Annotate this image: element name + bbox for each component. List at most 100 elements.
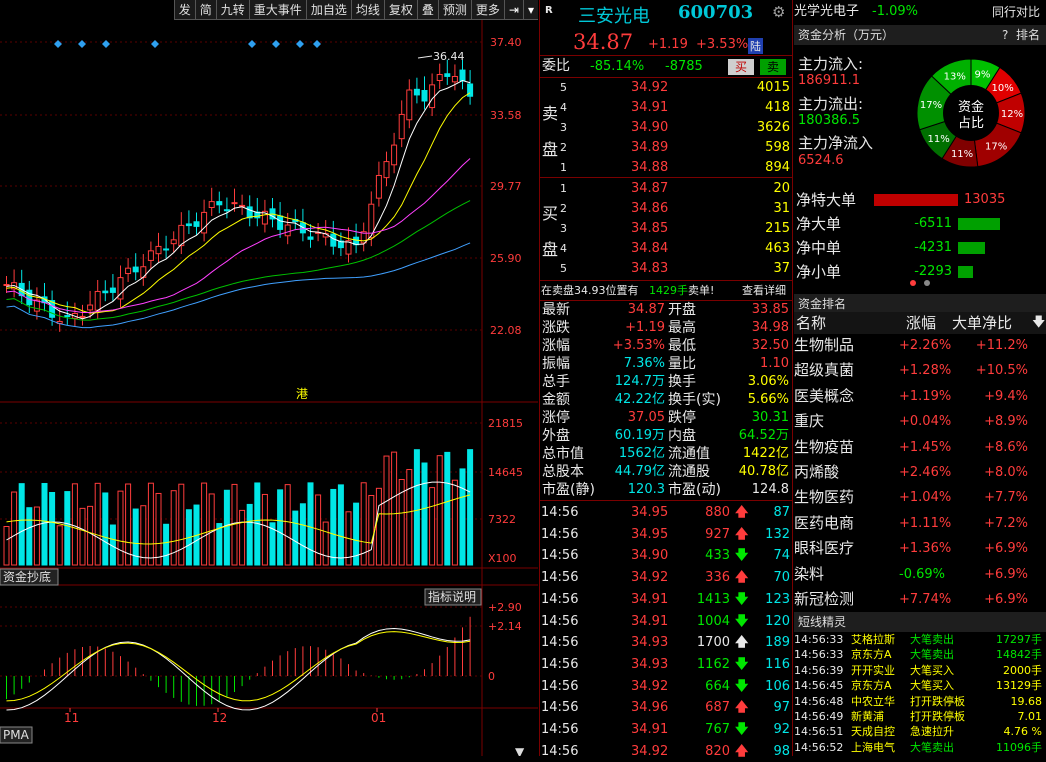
col-net-ratio[interactable]: 大单净比 bbox=[952, 312, 1012, 334]
rank-net: +9.4% bbox=[984, 388, 1028, 404]
rank-link[interactable]: 排名 bbox=[1016, 25, 1040, 45]
price-tick-label: 29.77 bbox=[490, 180, 522, 193]
stat-value: 37.05 bbox=[627, 410, 665, 425]
tick-volume: 687 bbox=[705, 700, 730, 716]
ask-volume: 598 bbox=[765, 140, 790, 155]
toolbar-item-6[interactable]: 复权 bbox=[383, 0, 417, 19]
toolbar-item-3[interactable]: 重大事件 bbox=[248, 0, 306, 19]
buy-button[interactable]: 买 bbox=[728, 59, 754, 75]
sell-button[interactable]: 卖 bbox=[760, 59, 786, 75]
ask-volume: 894 bbox=[765, 160, 790, 175]
indicator-tick-label: +2.90 bbox=[488, 601, 522, 614]
pin-icon[interactable]: ⇥ bbox=[503, 0, 523, 19]
rank-net: +11.2% bbox=[975, 338, 1028, 353]
col-name[interactable]: 名称 bbox=[796, 312, 826, 334]
tick-row[interactable]: 14:56 34.96 687 🡅 97 bbox=[540, 697, 792, 718]
rank-row[interactable]: 超级真菌 +1.28% +10.5% bbox=[794, 358, 1046, 383]
notice-detail-link[interactable]: 查看详细 bbox=[742, 282, 786, 299]
event-diamond-icon[interactable] bbox=[102, 40, 110, 48]
page-dot-active[interactable] bbox=[910, 280, 916, 286]
volume-tick-label: 21815 bbox=[488, 417, 523, 430]
tick-row[interactable]: 14:56 34.93 1700 🡅 189 bbox=[540, 632, 792, 653]
short-row[interactable]: 14:56:52 上海电气 大笔卖出 11096手 bbox=[794, 741, 1046, 755]
short-row[interactable]: 14:56:48 中农立华 打开跌停板 19.68 bbox=[794, 695, 1046, 709]
r-badge: R bbox=[545, 5, 553, 16]
rank-row[interactable]: 生物疫苗 +1.45% +8.6% bbox=[794, 435, 1046, 460]
sort-down-icon[interactable]: 🡇 bbox=[1032, 312, 1045, 334]
event-diamond-icon[interactable] bbox=[54, 40, 62, 48]
rank-row[interactable]: 重庆 +0.04% +8.9% bbox=[794, 409, 1046, 434]
tick-price: 34.95 bbox=[631, 505, 669, 520]
rank-column-header[interactable]: 名称 涨幅 大单净比 🡇 bbox=[794, 312, 1046, 334]
pie-label: 13% bbox=[944, 71, 966, 82]
rank-row[interactable]: 丙烯酸 +2.46% +8.0% bbox=[794, 460, 1046, 485]
short-stock: 艾格拉斯 bbox=[851, 633, 895, 646]
arrow-up-icon: 🡅 bbox=[735, 570, 749, 586]
toolbar-item-5[interactable]: 均线 bbox=[350, 0, 384, 19]
rank-row[interactable]: 眼科医疗 +1.36% +6.9% bbox=[794, 536, 1046, 561]
short-row[interactable]: 14:56:33 京东方A 大笔卖出 14842手 bbox=[794, 648, 1046, 662]
col-pct[interactable]: 涨幅 bbox=[906, 312, 936, 334]
page-dot[interactable] bbox=[924, 280, 930, 286]
short-row[interactable]: 14:56:39 开开实业 大笔买入 2000手 bbox=[794, 664, 1046, 678]
kline-svg[interactable]: 37.40 33.58 29.77 25.90 22.08 21815 14645 7322 X… bbox=[0, 20, 538, 756]
event-diamond-icon[interactable] bbox=[151, 40, 159, 48]
tick-row[interactable]: 14:56 34.92 336 🡅 70 bbox=[540, 567, 792, 588]
toolbar-item-0[interactable]: 发 bbox=[173, 0, 195, 19]
big-order-notice[interactable]: 在卖盘34.93位置有 1429手 卖单! 查看详细 bbox=[540, 282, 792, 299]
rank-row[interactable]: 生物医药 +1.04% +7.7% bbox=[794, 485, 1046, 510]
tab-fund-bottom-label[interactable]: 资金抄底 bbox=[3, 569, 51, 584]
rank-name: 重庆 bbox=[794, 412, 825, 431]
short-row[interactable]: 14:56:49 新黄浦 打开跌停板 7.01 bbox=[794, 710, 1046, 724]
toolbar-item-8[interactable]: 预测 bbox=[437, 0, 471, 19]
toolbar-item-9[interactable]: 更多 bbox=[470, 0, 504, 19]
scroll-down-icon[interactable]: ▼ bbox=[515, 745, 525, 756]
tick-row[interactable]: 14:56 34.95 927 🡅 132 bbox=[540, 524, 792, 545]
tab-indicator-help-label[interactable]: 指标说明 bbox=[428, 589, 476, 604]
tick-row[interactable]: 14:56 34.92 820 🡅 98 bbox=[540, 741, 792, 762]
rank-row[interactable]: 医美概念 +1.19% +9.4% bbox=[794, 384, 1046, 409]
event-diamond-icon[interactable] bbox=[248, 40, 256, 48]
ask-price: 34.89 bbox=[631, 140, 669, 155]
rank-pct: +1.28% bbox=[899, 363, 952, 379]
stat-value-2: 124.8 bbox=[751, 482, 789, 497]
tick-row[interactable]: 14:56 34.95 880 🡅 87 bbox=[540, 502, 792, 523]
short-row[interactable]: 14:56:51 天成自控 急速拉升 4.76 % bbox=[794, 725, 1046, 739]
event-diamond-icon[interactable] bbox=[296, 40, 304, 48]
rank-row[interactable]: 染料 -0.69% +6.9% bbox=[794, 562, 1046, 587]
toolbar-item-1[interactable]: 简 bbox=[194, 0, 216, 19]
toolbar-item-2[interactable]: 九转 bbox=[215, 0, 249, 19]
flow-label: 净特大单 bbox=[796, 191, 857, 209]
kline-chart-panel[interactable]: 发简九转 重大事件 加自选 均线 复权叠预测 更多 ⇥ ▾ 37.40 33.58 29.77 25… bbox=[0, 0, 538, 756]
help-icon[interactable]: ? bbox=[1002, 25, 1008, 45]
rank-name: 生物制品 bbox=[794, 336, 855, 354]
event-diamond-icon[interactable] bbox=[272, 40, 280, 48]
sector-header[interactable]: 光学光电子 -1.09% 同行对比 bbox=[794, 0, 1046, 24]
tick-row[interactable]: 14:56 34.91 1413 🡇 123 bbox=[540, 589, 792, 610]
tick-row[interactable]: 14:56 34.90 433 🡇 74 bbox=[540, 545, 792, 566]
event-diamond-icon[interactable] bbox=[313, 40, 321, 48]
rank-row[interactable]: 医药电商 +1.11% +7.2% bbox=[794, 511, 1046, 536]
rank-pct: +1.36% bbox=[899, 541, 952, 557]
short-row[interactable]: 14:56:45 京东方A 大笔买入 13129手 bbox=[794, 679, 1046, 693]
toolbar-item-7[interactable]: 叠 bbox=[416, 0, 438, 19]
dropdown-icon[interactable]: ▾ bbox=[522, 0, 538, 19]
ask-row: 3 34.90 3626 bbox=[540, 118, 792, 137]
tick-row[interactable]: 14:56 34.91 767 🡇 92 bbox=[540, 719, 792, 740]
pie-label: 17% bbox=[920, 100, 942, 111]
stat-label: 总市值 bbox=[542, 446, 584, 462]
rank-pct: +0.04% bbox=[899, 414, 952, 430]
arrow-down-icon: 🡇 bbox=[735, 548, 749, 564]
gear-icon[interactable]: ⚙ bbox=[772, 3, 785, 21]
toolbar-item-4[interactable]: 加自选 bbox=[305, 0, 351, 19]
rank-row[interactable]: 生物制品 +2.26% +11.2% bbox=[794, 333, 1046, 358]
peer-compare-link[interactable]: 同行对比 bbox=[992, 0, 1040, 24]
event-diamond-icon[interactable] bbox=[78, 40, 86, 48]
rank-row[interactable]: 新冠检测 +7.74% +6.9% bbox=[794, 587, 1046, 612]
short-row[interactable]: 14:56:33 艾格拉斯 大笔卖出 17297手 bbox=[794, 633, 1046, 647]
tick-row[interactable]: 14:56 34.91 1004 🡇 120 bbox=[540, 611, 792, 632]
tab-pma-label[interactable]: PMA bbox=[3, 728, 30, 742]
tick-row[interactable]: 14:56 34.92 664 🡇 106 bbox=[540, 676, 792, 697]
tick-row[interactable]: 14:56 34.93 1162 🡇 116 bbox=[540, 654, 792, 675]
ask-level: 2 bbox=[560, 141, 567, 154]
